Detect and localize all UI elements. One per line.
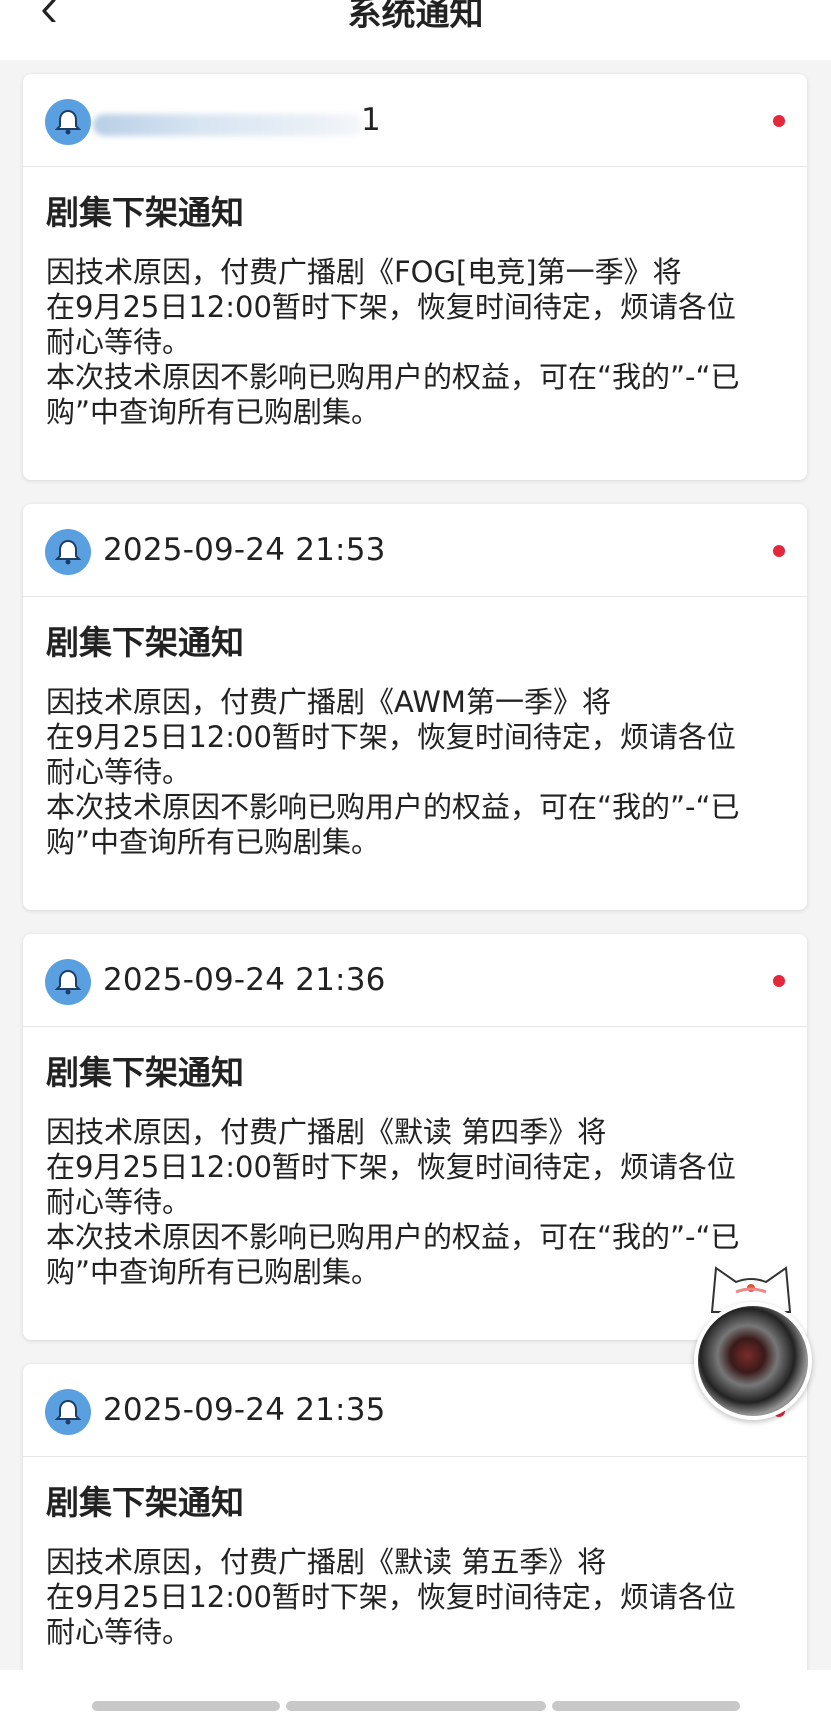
notice-text: 因技术原因，付费广播剧《FOG[电竞]第一季》将 在9月25日12:00暂时下架…: [46, 255, 785, 430]
notice-line: 购”中查询所有已购剧集。: [46, 395, 381, 429]
notice-body: 剧集下架通知 因技术原因，付费广播剧《AWM第一季》将 在9月25日12:00暂…: [23, 597, 807, 880]
unread-dot: [773, 115, 785, 127]
bell-icon: [55, 109, 81, 135]
notice-line: 因技术原因，付费广播剧《AWM第一季》将: [46, 685, 611, 719]
bell-icon: [55, 1399, 81, 1425]
bell-icon: [55, 539, 81, 565]
notice-line: 耐心等待。: [46, 1185, 192, 1219]
notice-line: 耐心等待。: [46, 755, 192, 789]
notice-card-header: 2025-09-24 21:36: [23, 934, 807, 1027]
notice-line: 因技术原因，付费广播剧《FOG[电竞]第一季》将: [46, 255, 682, 289]
notice-line: 本次技术原因不影响已购用户的权益，可在“我的”-“已: [46, 360, 740, 394]
notice-timestamp: 2025-09-24 21:53: [103, 532, 386, 568]
notice-title: 剧集下架通知: [46, 1053, 244, 1092]
notice-line: 因技术原因，付费广播剧《默读 第五季》将: [46, 1545, 607, 1579]
top-bar: 系统通知: [0, 0, 831, 60]
notice-text: 因技术原因，付费广播剧《默读 第四季》将 在9月25日12:00暂时下架，恢复时…: [46, 1115, 785, 1290]
notice-body: 剧集下架通知 因技术原因，付费广播剧《默读 第五季》将 在9月25日12:00暂…: [23, 1457, 807, 1670]
notice-line: 本次技术原因不影响已购用户的权益，可在“我的”-“已: [46, 1220, 740, 1254]
notice-card[interactable]: 1 剧集下架通知 因技术原因，付费广播剧《FOG[电竞]第一季》将 在9月25日…: [23, 74, 807, 480]
bell-badge: [45, 1389, 91, 1435]
notice-timestamp: 2025-09-24 21:36: [103, 962, 386, 998]
notice-text: 因技术原因，付费广播剧《默读 第五季》将 在9月25日12:00暂时下架，恢复时…: [46, 1545, 785, 1650]
scrollbar-segment: [552, 1701, 740, 1711]
bell-icon: [55, 969, 81, 995]
notice-body: 剧集下架通知 因技术原因，付费广播剧《FOG[电竞]第一季》将 在9月25日12…: [23, 167, 807, 450]
playing-cover-image: [694, 1302, 812, 1420]
notice-line: 购”中查询所有已购剧集。: [46, 1255, 381, 1289]
notice-card-header: 2025-09-24 21:35: [23, 1364, 807, 1457]
page-title: 系统通知: [347, 0, 484, 34]
notice-line: 本次技术原因不影响已购用户的权益，可在“我的”-“已: [46, 790, 740, 824]
bell-badge: [45, 959, 91, 1005]
notice-line: 因技术原因，付费广播剧《默读 第四季》将: [46, 1115, 607, 1149]
notice-card[interactable]: 2025-09-24 21:35 剧集下架通知 因技术原因，付费广播剧《默读 第…: [23, 1364, 807, 1670]
notice-line: 在9月25日12:00暂时下架，恢复时间待定，烦请各位: [46, 290, 736, 324]
scrollbar-segment: [92, 1701, 280, 1711]
notice-timestamp: 2025-09-24 21:35: [103, 1392, 386, 1428]
notice-line: 耐心等待。: [46, 1615, 192, 1649]
notice-card-header: 2025-09-24 21:53: [23, 504, 807, 597]
notice-card[interactable]: 2025-09-24 21:53 剧集下架通知 因技术原因，付费广播剧《AWM第…: [23, 504, 807, 910]
notice-line: 在9月25日12:00暂时下架，恢复时间待定，烦请各位: [46, 720, 736, 754]
notice-line: 耐心等待。: [46, 325, 192, 359]
notice-line: 在9月25日12:00暂时下架，恢复时间待定，烦请各位: [46, 1150, 736, 1184]
scrollbar-segment: [286, 1701, 546, 1711]
floating-player-button[interactable]: [692, 1262, 812, 1420]
bell-badge: [45, 529, 91, 575]
notice-card-header: 1: [23, 74, 807, 167]
notice-body: 剧集下架通知 因技术原因，付费广播剧《默读 第四季》将 在9月25日12:00暂…: [23, 1027, 807, 1310]
notice-timestamp: 1: [361, 102, 381, 138]
notice-title: 剧集下架通知: [46, 1483, 244, 1522]
unread-dot: [773, 545, 785, 557]
notice-title: 剧集下架通知: [46, 623, 244, 662]
blurred-timestamp: [93, 114, 363, 136]
avatar: [45, 99, 91, 145]
notice-text: 因技术原因，付费广播剧《AWM第一季》将 在9月25日12:00暂时下架，恢复时…: [46, 685, 785, 860]
notice-line: 购”中查询所有已购剧集。: [46, 825, 381, 859]
notice-card[interactable]: 2025-09-24 21:36 剧集下架通知 因技术原因，付费广播剧《默读 第…: [23, 934, 807, 1340]
notice-title: 剧集下架通知: [46, 193, 244, 232]
unread-dot: [773, 975, 785, 987]
notice-line: 在9月25日12:00暂时下架，恢复时间待定，烦请各位: [46, 1580, 736, 1614]
bottom-bar: [0, 1670, 831, 1712]
